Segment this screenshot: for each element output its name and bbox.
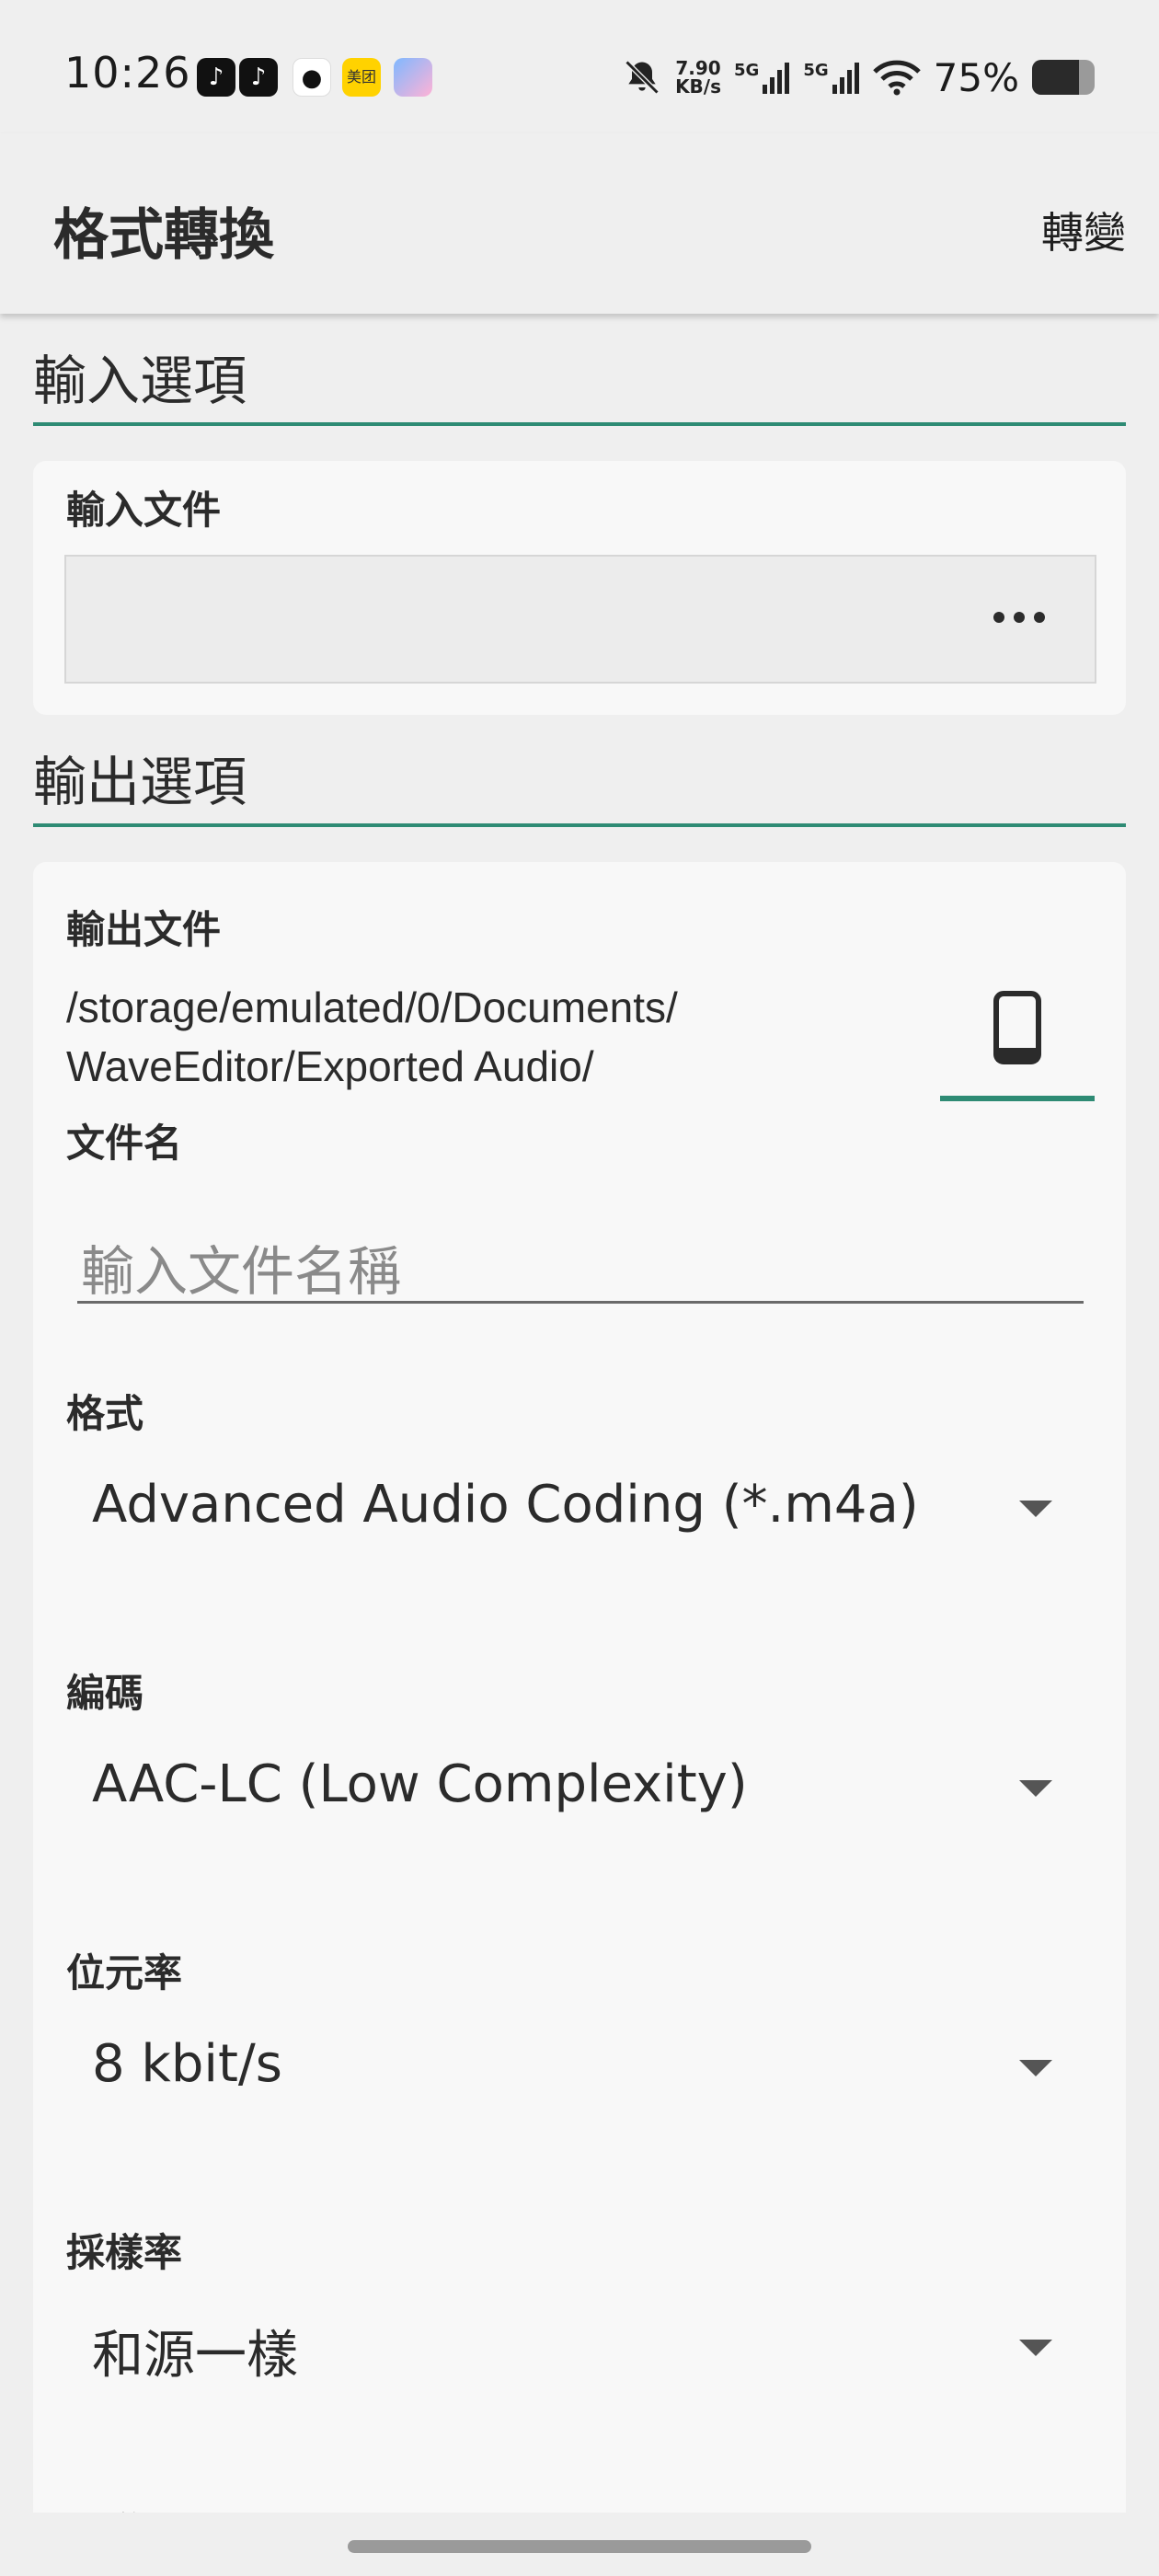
codec-label: 編碼 bbox=[66, 1671, 144, 1716]
samplerate-dropdown[interactable]: 和源一樣 bbox=[66, 2286, 1096, 2397]
wifi-icon bbox=[872, 59, 921, 96]
status-indicators: 7.90 KB/s 5G 5G 75% bbox=[622, 48, 1095, 107]
samplerate-label: 採樣率 bbox=[66, 2230, 183, 2275]
signal-bars-icon bbox=[763, 61, 790, 94]
status-bar: 10:26 ♪ ♪ ● 美团 7.90 KB/s 5G 5G 75% bbox=[0, 0, 1159, 133]
page-title: 格式轉換 bbox=[53, 203, 274, 268]
convert-button[interactable]: 轉變 bbox=[1041, 200, 1126, 260]
signal-bars-icon bbox=[832, 61, 860, 94]
filename-label: 文件名 bbox=[66, 1121, 183, 1166]
codec-dropdown[interactable]: AAC-LC (Low Complexity) bbox=[66, 1727, 1096, 1837]
navigation-bar bbox=[0, 2513, 1159, 2576]
tiktok-icon: ♪ bbox=[197, 58, 235, 97]
content-scroll[interactable]: 輸入選項 輸入文件 輸出選項 輸出文件 /storage/emulated/0/… bbox=[0, 314, 1159, 2513]
smartphone-icon bbox=[993, 991, 1041, 1068]
bitrate-label: 位元率 bbox=[66, 1950, 183, 1995]
output-section-header: 輸出選項 bbox=[33, 742, 1126, 827]
more-horizontal-icon[interactable] bbox=[993, 612, 1045, 623]
output-path: /storage/emulated/0/Documents/ WaveEdito… bbox=[66, 983, 678, 1090]
tiktok-icon: ♪ bbox=[239, 58, 278, 97]
format-label: 格式 bbox=[66, 1391, 144, 1436]
format-dropdown[interactable]: Advanced Audio Coding (*.m4a) bbox=[66, 1447, 1096, 1558]
battery-percent: 75% bbox=[933, 54, 1019, 100]
input-card: 輸入文件 bbox=[33, 461, 1126, 715]
dropdown-arrow-icon bbox=[1019, 2340, 1052, 2356]
dropdown-arrow-icon bbox=[1019, 1501, 1052, 1517]
bubble-app-icon bbox=[394, 58, 432, 97]
input-file-field[interactable] bbox=[64, 555, 1096, 684]
dropdown-arrow-icon bbox=[1019, 2060, 1052, 2076]
gesture-handle[interactable] bbox=[348, 2540, 811, 2553]
channels-label: 通道 bbox=[66, 2501, 143, 2513]
input-file-label: 輸入文件 bbox=[66, 488, 222, 533]
dropdown-arrow-icon bbox=[1019, 1780, 1052, 1797]
bitrate-dropdown[interactable]: 8 kbit/s bbox=[66, 2007, 1096, 2117]
signal-5g-1: 5G bbox=[734, 61, 790, 94]
net-speed: 7.90 KB/s bbox=[675, 57, 722, 98]
filename-input[interactable]: 輸入文件名稱 bbox=[77, 1212, 1084, 1304]
bell-muted-icon bbox=[622, 57, 662, 98]
signal-5g-2: 5G bbox=[803, 61, 859, 94]
output-card: 輸出文件 /storage/emulated/0/Documents/ Wave… bbox=[33, 862, 1126, 2513]
status-time: 10:26 bbox=[64, 48, 191, 98]
qq-icon: ● bbox=[293, 58, 331, 97]
input-section-header: 輸入選項 bbox=[33, 341, 1126, 426]
battery-level bbox=[1032, 60, 1079, 95]
output-file-label: 輸出文件 bbox=[66, 907, 222, 952]
app-bar: 格式轉換 轉變 bbox=[0, 133, 1159, 314]
meituan-icon: 美团 bbox=[342, 58, 381, 97]
storage-location-button[interactable] bbox=[940, 982, 1095, 1101]
battery-icon bbox=[1032, 60, 1095, 95]
